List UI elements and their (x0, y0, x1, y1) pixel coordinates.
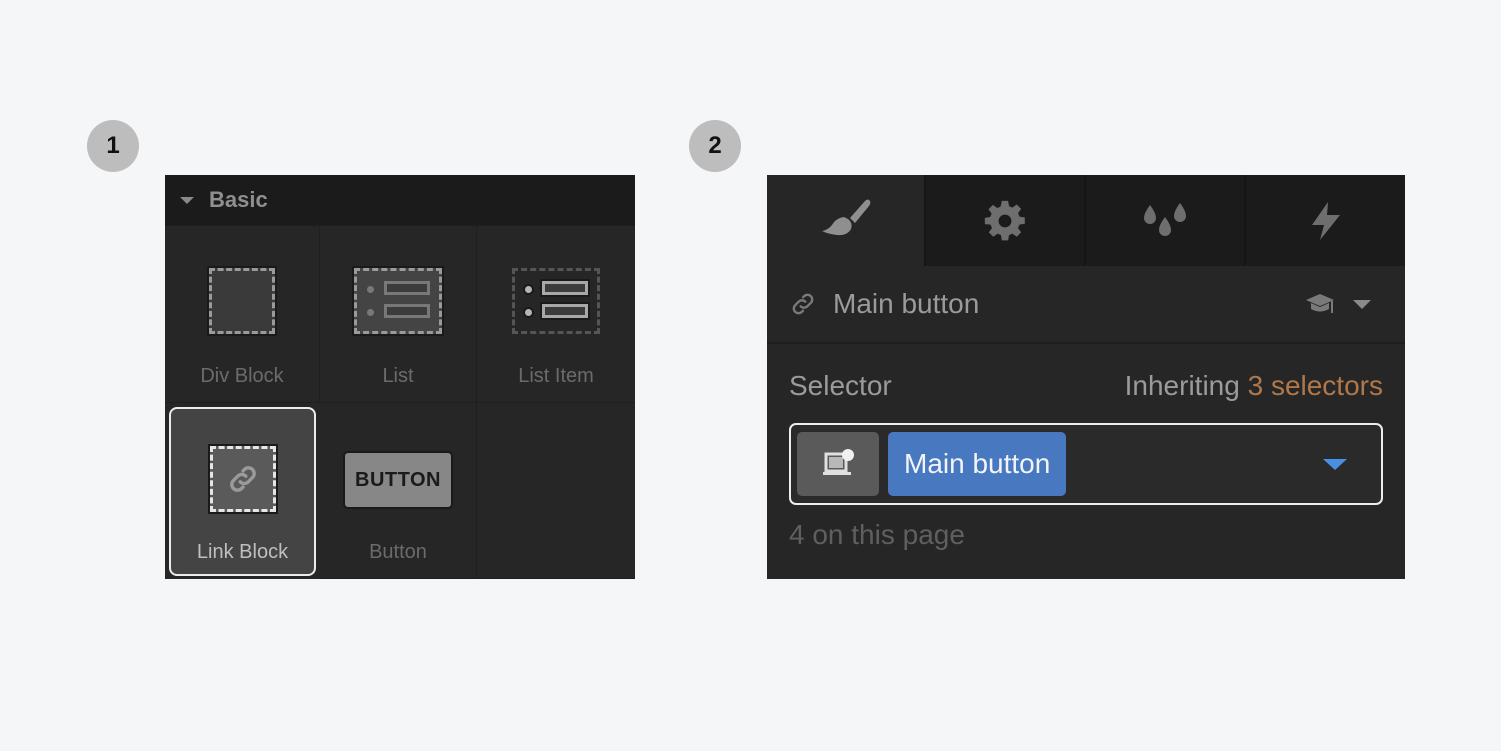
caret-down-icon[interactable] (180, 196, 194, 204)
link-icon (229, 466, 256, 492)
basic-section-header[interactable]: Basic (165, 175, 635, 226)
element-label: List Item (518, 365, 594, 387)
list-icon (352, 266, 444, 336)
selector-header: Selector Inheriting 3 selectors (767, 370, 1405, 402)
element-list[interactable]: List (320, 226, 477, 403)
class-tag-main-button[interactable]: Main button (888, 432, 1067, 496)
panel-tabs (767, 175, 1405, 266)
style-panel: Main button Selector Inheriting 3 select… (767, 175, 1405, 579)
caret-down-icon[interactable] (1323, 458, 1347, 470)
inheriting-prefix: Inheriting (1124, 370, 1240, 401)
link-block-icon (207, 444, 278, 514)
tab-style[interactable] (767, 175, 924, 266)
element-list-item[interactable]: List Item (477, 226, 635, 403)
list-item-icon (512, 268, 600, 334)
elements-panel: Basic Div Block List List Item Link Bloc… (165, 175, 635, 579)
lightning-icon (1311, 201, 1340, 240)
inheriting-info: Inheriting 3 selectors (1125, 370, 1383, 402)
page-usage-count: 4 on this page (789, 519, 965, 550)
element-name: Main button (833, 288, 980, 319)
droplets-icon (1144, 202, 1186, 236)
element-actions[interactable] (1305, 292, 1383, 316)
selected-element-row: Main button (767, 266, 1405, 344)
element-label: Link Block (196, 541, 289, 563)
step-badge-2: 2 (689, 120, 741, 172)
section-title: Basic (209, 187, 268, 212)
element-label: Div Block (200, 365, 284, 387)
element-button[interactable]: BUTTON Button (320, 403, 477, 579)
element-div-block[interactable]: Div Block (165, 226, 320, 403)
gear-icon (984, 200, 1025, 240)
paintbrush-icon (821, 199, 870, 235)
caret-down-icon[interactable] (1353, 299, 1371, 309)
link-icon (792, 293, 814, 315)
element-label: Button (369, 541, 427, 563)
selector-input[interactable]: Main button (789, 423, 1383, 505)
tab-settings[interactable] (924, 175, 1084, 266)
selector-label: Selector (789, 370, 892, 401)
button-icon: BUTTON (343, 451, 453, 509)
step-badge-1: 1 (87, 120, 139, 172)
element-link-block[interactable]: Link Block (169, 407, 316, 576)
inheriting-selectors-link[interactable]: 3 selectors (1248, 370, 1383, 401)
element-state-icon (823, 449, 854, 475)
empty-cell (477, 403, 635, 579)
graduation-cap-icon[interactable] (1305, 292, 1335, 316)
element-label: List (382, 365, 414, 387)
tab-interactions[interactable] (1244, 175, 1405, 266)
div-block-icon (207, 266, 277, 336)
selector-type-button[interactable] (797, 432, 879, 496)
elements-grid: Div Block List List Item Link Block BUTT… (165, 226, 635, 579)
tab-swatches[interactable] (1084, 175, 1244, 266)
